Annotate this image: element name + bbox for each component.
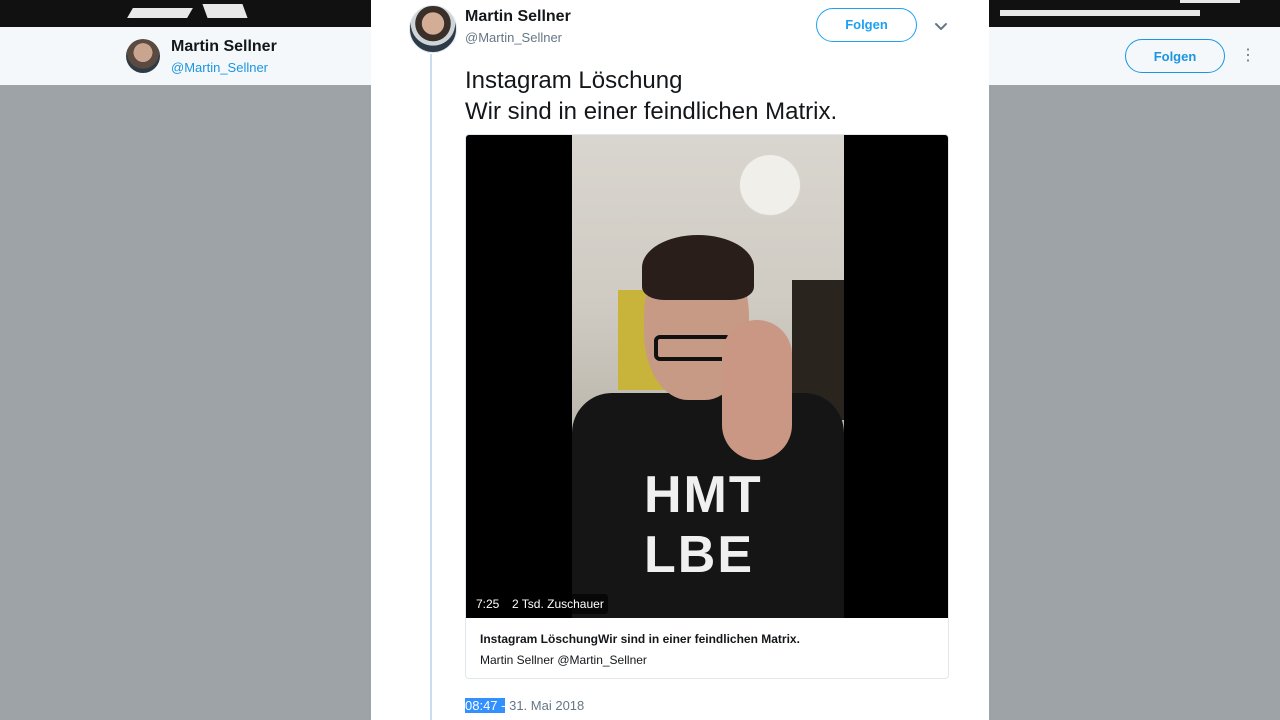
more-options-icon[interactable]: ⋮ (1240, 46, 1256, 66)
person-hand (722, 320, 792, 460)
profile-avatar[interactable] (126, 39, 160, 73)
author-handle[interactable]: @Martin_Sellner (465, 30, 562, 45)
video-duration: 7:25 (472, 594, 504, 614)
tweet-date[interactable]: 31. Mai 2018 (505, 698, 584, 713)
person-hair (642, 235, 754, 300)
profile-handle[interactable]: @Martin_Sellner (171, 60, 268, 75)
tweet-text: Instagram Löschung Wir sind in einer fei… (465, 65, 965, 127)
video-card[interactable]: HMT LBE 7:25 2 Tsd. Zuschauer Instagram … (465, 134, 949, 679)
lamp (740, 155, 800, 215)
viewer-count: 2 Tsd. Zuschauer (508, 594, 608, 614)
thread-line (430, 54, 432, 720)
shirt-print: HMT LBE (644, 466, 763, 584)
profile-follow-button[interactable]: Folgen (1125, 39, 1225, 73)
profile-name[interactable]: Martin Sellner (171, 38, 277, 56)
author-avatar[interactable] (409, 5, 457, 53)
selected-time[interactable]: 08:47 - (465, 698, 506, 713)
video-frame[interactable]: HMT LBE (572, 135, 844, 618)
glasses (654, 335, 732, 361)
tweet-timestamp[interactable]: 08:47 - 31. Mai 2018 (465, 698, 584, 713)
card-title[interactable]: Instagram LöschungWir sind in einer fein… (480, 632, 800, 646)
author-name[interactable]: Martin Sellner (465, 8, 571, 26)
video-player[interactable]: HMT LBE 7:25 2 Tsd. Zuschauer (466, 135, 948, 618)
card-author[interactable]: Martin Sellner @Martin_Sellner (480, 653, 647, 667)
tweet-text-line: Instagram Löschung (465, 67, 683, 94)
chevron-down-icon[interactable] (932, 17, 950, 35)
follow-button[interactable]: Folgen (816, 8, 917, 42)
tweet-text-line: Wir sind in einer feindlichen Matrix. (465, 98, 838, 125)
